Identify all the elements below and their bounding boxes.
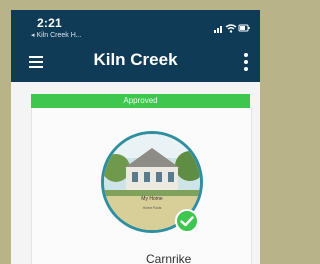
app-bar: Kiln Creek [11, 42, 260, 82]
main-content: Approved My Home Home Facts Carnrike [11, 82, 260, 264]
more-vertical-icon[interactable] [244, 53, 248, 71]
status-bar: 2:21 ◂ Kiln Creek H... [11, 10, 260, 42]
status-time: 2:21 [37, 16, 62, 30]
property-card[interactable]: My Home Home Facts Carnrike [31, 108, 252, 264]
approved-status-badge: Approved [31, 94, 250, 108]
status-icons [214, 20, 250, 38]
battery-icon [238, 24, 250, 32]
app-title: Kiln Creek [93, 50, 178, 69]
check-circle-icon [175, 209, 199, 233]
back-to-app-link[interactable]: ◂ Kiln Creek H... [31, 31, 82, 39]
owner-name: Carnrike [146, 252, 192, 264]
photo-caption: My Home [141, 196, 163, 202]
phone-screen: 2:21 ◂ Kiln Creek H... Kiln Creek Approv… [11, 10, 260, 264]
signal-icon [214, 26, 222, 33]
wifi-icon [225, 24, 237, 33]
